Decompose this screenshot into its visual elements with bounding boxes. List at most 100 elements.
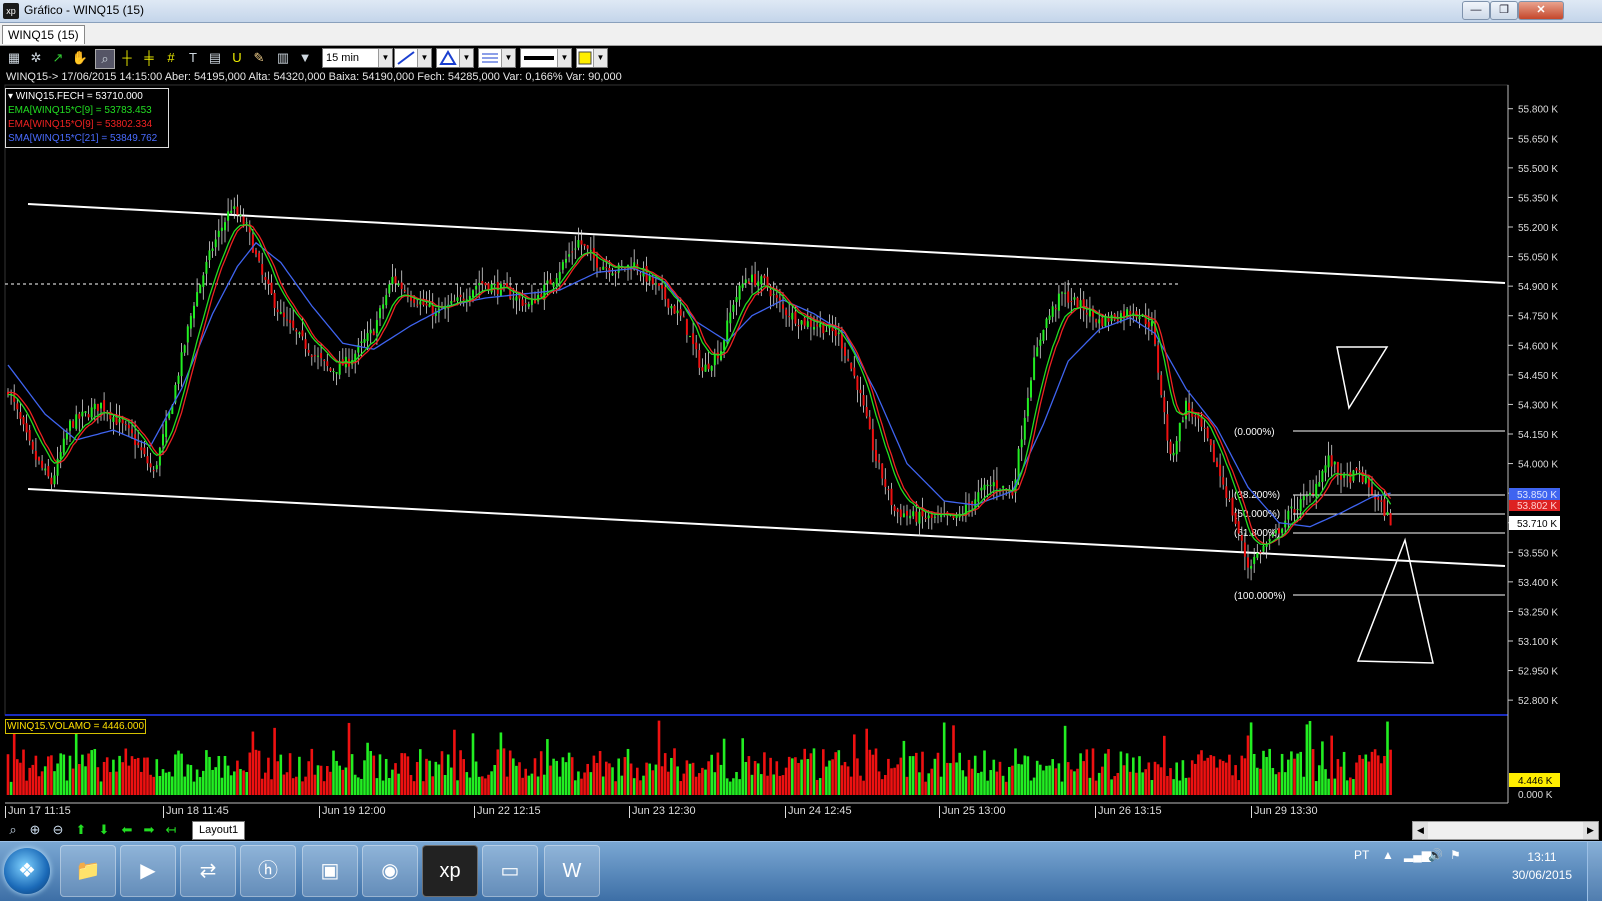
volume-bar <box>725 778 729 795</box>
volume-bar <box>800 759 803 795</box>
candle-body <box>503 283 505 285</box>
volume-legend[interactable]: WINQ15.VOLAMO = 4446.000 <box>5 719 147 734</box>
word-icon[interactable]: W <box>544 845 600 897</box>
zoom-out-icon[interactable]: ⊖ <box>49 822 67 838</box>
candle-body <box>1253 556 1256 564</box>
candle-body <box>788 316 791 318</box>
volume-zero-tick: 0.000 K <box>1518 790 1553 801</box>
candle-body <box>738 285 741 300</box>
candle-body <box>124 423 127 426</box>
xp-icon[interactable]: xp <box>422 845 478 897</box>
candle-body <box>524 303 527 305</box>
volume-bar <box>59 753 62 795</box>
candle-body <box>1030 380 1032 398</box>
candle-body <box>233 206 236 209</box>
arrow-right-icon[interactable]: ➡ <box>140 822 158 838</box>
signal-icon[interactable]: ▂▄▆ <box>1404 848 1431 862</box>
folder-icon[interactable]: 📁 <box>60 845 116 897</box>
arrow-left-icon[interactable]: ⬅ <box>118 822 136 838</box>
volume-bar <box>896 764 899 795</box>
image-icon[interactable]: ▭ <box>482 845 538 897</box>
system-clock[interactable]: 13:11 30/06/2015 <box>1512 848 1572 884</box>
volume-bar <box>468 777 472 795</box>
volume-bar <box>518 762 521 795</box>
volume-bar <box>406 756 410 795</box>
legend-ema-close[interactable]: EMA[WINQ15*C[9] = 53783.453 <box>8 104 166 118</box>
layout-tab[interactable]: Layout1 <box>192 821 246 840</box>
candle-body <box>803 317 806 326</box>
volume-bar <box>1194 763 1197 795</box>
volume-icon[interactable]: 🔊 <box>1428 848 1443 862</box>
network-icon[interactable]: ⇄ <box>180 845 236 897</box>
volume-bar <box>583 772 586 795</box>
y-tick-label: 54.150 K <box>1518 430 1558 441</box>
price-chart[interactable]: (0.000%) (38.200%) (50.000%) (61.800%) (… <box>0 0 1602 805</box>
volume-bar <box>291 778 295 795</box>
volume-bar <box>611 767 614 795</box>
scroll-left-icon[interactable]: ◀ <box>1413 822 1428 839</box>
tray-expand-icon[interactable]: ▲ <box>1382 848 1394 862</box>
candle-body <box>1054 308 1057 310</box>
volume-bar <box>775 761 779 795</box>
legend-close[interactable]: ▾ WINQ15.FECH = 53710.000 <box>8 90 166 104</box>
candle-body <box>100 402 102 409</box>
volume-bar <box>552 758 555 795</box>
volume-bar <box>512 758 515 795</box>
volume-bar <box>642 775 645 795</box>
candle-body <box>47 466 50 477</box>
arrow-return-icon[interactable]: ↤ <box>162 822 180 838</box>
show-desktop-button[interactable] <box>1587 842 1602 901</box>
scanner-icon[interactable]: ▣ <box>302 845 358 897</box>
volume-bar <box>1342 751 1346 795</box>
candle-body <box>369 329 372 334</box>
volume-bar <box>716 752 720 795</box>
volume-bar <box>1345 780 1349 795</box>
arrow-up-icon[interactable]: ⬆ <box>72 822 90 838</box>
legend-ema-open[interactable]: EMA[WINQ15*O[9] = 53802.334 <box>8 118 166 132</box>
volume-bar <box>1256 767 1259 795</box>
volume-bar <box>846 766 850 795</box>
scroll-right-icon[interactable]: ▶ <box>1583 822 1598 839</box>
language-indicator[interactable]: PT <box>1354 848 1369 862</box>
legend-sma[interactable]: SMA[WINQ15*C[21] = 53849.762 <box>8 132 166 146</box>
volume-bar <box>357 777 360 795</box>
candle-body <box>1178 422 1181 442</box>
candle-body <box>1185 400 1187 420</box>
volume-bar <box>983 750 986 795</box>
volume-bar <box>676 766 679 795</box>
volume-bar <box>288 753 292 795</box>
volume-bar <box>887 758 890 795</box>
candle-body <box>1067 291 1070 303</box>
volume-bar <box>133 758 137 795</box>
arrow-down-icon[interactable]: ⬇ <box>95 822 113 838</box>
candle-body <box>1274 530 1277 534</box>
candle-body <box>995 480 998 489</box>
volume-bar <box>74 732 78 795</box>
volume-bar <box>127 765 131 795</box>
horizontal-scrollbar[interactable]: ◀ ▶ <box>1412 821 1599 840</box>
start-button[interactable]: ❖ <box>4 848 50 894</box>
volume-bar <box>304 776 307 795</box>
hp-icon[interactable]: ⓗ <box>240 845 296 897</box>
candle-body <box>884 479 887 487</box>
volume-bar <box>282 774 286 795</box>
candle-body <box>292 320 295 328</box>
volume-bar <box>28 767 31 795</box>
y-tick-label: 53.550 K <box>1518 548 1558 559</box>
candle-body <box>112 417 115 422</box>
volume-bar <box>636 767 639 795</box>
chrome-icon[interactable]: ◉ <box>362 845 418 897</box>
candle-body <box>251 234 254 253</box>
zoom-fit-icon[interactable]: ⌕ <box>4 822 22 838</box>
candle-body <box>899 509 902 518</box>
zoom-in-icon[interactable]: ⊕ <box>26 822 44 838</box>
action-center-icon[interactable]: ⚑ <box>1450 848 1461 862</box>
candle-body <box>791 312 794 320</box>
candle-body <box>227 211 230 221</box>
volume-bar <box>1066 762 1070 795</box>
volume-bar <box>1104 753 1107 795</box>
volume-bar <box>1333 778 1337 795</box>
volume-bar <box>121 762 124 795</box>
volume-bar <box>1153 761 1157 795</box>
media-player-icon[interactable]: ▶ <box>120 845 176 897</box>
